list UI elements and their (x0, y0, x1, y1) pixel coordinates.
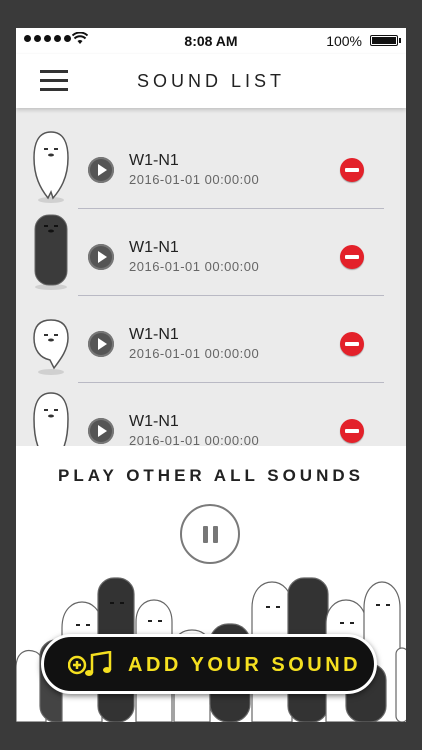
page-title: SOUND LIST (136, 71, 286, 91)
sound-date: 2016-01-01 00:00:00 (129, 259, 260, 274)
app-screen: 8:08 AM 100% SOUND LIST W1-N1 2016-01-01… (16, 28, 406, 722)
ghost-character-icon (33, 392, 69, 446)
play-other-label: PLAY OTHER ALL SOUNDS (58, 466, 364, 485)
sound-name: W1-N1 (129, 239, 179, 256)
nav-bar: SOUND LIST (16, 54, 406, 108)
play-button[interactable] (88, 418, 114, 444)
sound-name: W1-N1 (129, 326, 179, 343)
sound-name: W1-N1 (129, 152, 179, 169)
sound-date: 2016-01-01 00:00:00 (129, 346, 260, 361)
status-bar: 8:08 AM 100% (16, 28, 406, 54)
sound-name: W1-N1 (129, 413, 179, 430)
delete-button[interactable] (340, 332, 364, 356)
sound-date: 2016-01-01 00:00:00 (129, 172, 260, 187)
list-item[interactable]: W1-N1 2016-01-01 00:00:00 (16, 383, 406, 446)
ghost-character-icon (33, 319, 69, 375)
pause-button[interactable] (180, 504, 240, 564)
play-button[interactable] (88, 157, 114, 183)
delete-button[interactable] (340, 245, 364, 269)
delete-button[interactable] (340, 158, 364, 182)
ghost-character-icon (33, 131, 69, 203)
play-button[interactable] (88, 244, 114, 270)
list-item[interactable]: W1-N1 2016-01-01 00:00:00 (16, 296, 406, 383)
list-item[interactable]: W1-N1 2016-01-01 00:00:00 (16, 122, 406, 209)
play-button[interactable] (88, 331, 114, 357)
battery-icon (370, 35, 401, 46)
add-sound-button[interactable]: ADD YOUR SOUND (41, 634, 377, 694)
ghost-character-icon (34, 214, 68, 290)
list-item[interactable]: W1-N1 2016-01-01 00:00:00 (16, 209, 406, 296)
battery-percent: 100% (326, 33, 362, 49)
sound-date: 2016-01-01 00:00:00 (129, 433, 260, 446)
add-sound-label: ADD YOUR SOUND (128, 654, 362, 676)
add-music-icon (68, 651, 112, 676)
sound-list[interactable]: W1-N1 2016-01-01 00:00:00 W1-N1 2016-01-… (16, 108, 406, 446)
delete-button[interactable] (340, 419, 364, 443)
